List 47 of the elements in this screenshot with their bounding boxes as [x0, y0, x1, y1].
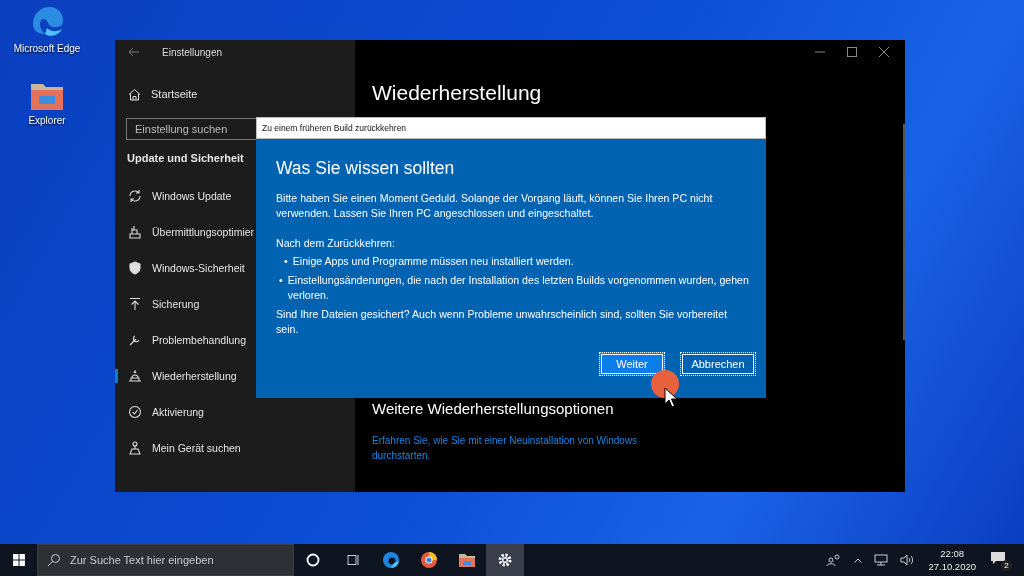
- bullet-marker: •: [279, 273, 283, 288]
- help-link[interactable]: Erfahren Sie, wie Sie mit einer Neuinstallation von Windows durchstarten.: [372, 433, 662, 463]
- close-icon[interactable]: [879, 47, 889, 57]
- notification-icon[interactable]: [990, 551, 1006, 565]
- dialog-heading: Was Sie wissen sollten: [276, 157, 456, 179]
- cursor-icon: [664, 387, 678, 409]
- cortana-icon[interactable]: [306, 553, 320, 567]
- section-heading: Update und Sicherheit: [127, 152, 244, 164]
- gear-icon: [496, 551, 514, 569]
- list-intro: Nach dem Zurückkehren:: [276, 236, 396, 251]
- taskbar-search-field[interactable]: Zur Suche Text hier eingeben: [37, 544, 294, 576]
- info-paragraph: Bitte haben Sie einen Moment Geduld. Solange der Vorgang läuft, können Sie Ihren PC nicht verwenden. Lassen Sie Ihren PC angeschlossen und eingeschaltet.: [276, 191, 714, 221]
- desktop-icon-label[interactable]: Explorer: [28, 115, 66, 126]
- bullet-marker: •: [284, 254, 288, 269]
- bullet-text: Einige Apps und Programme müssen neu installiert werden.: [292, 254, 574, 269]
- clock[interactable]: 22:08 27.10.2020: [928, 547, 976, 573]
- caret-icon[interactable]: [854, 557, 863, 563]
- window-title: Einstellungen: [162, 46, 223, 58]
- maximize-icon[interactable]: [847, 47, 857, 57]
- nav-item[interactable]: Wiederherstellung: [115, 358, 355, 394]
- bullet-text: Einstellungsänderungen, die nach der Installation des letzten Builds vorgenommen wurden, gehen verloren.: [287, 273, 749, 303]
- home-icon: [128, 87, 141, 101]
- scrollbar[interactable]: [903, 124, 905, 340]
- desktop-icon-label[interactable]: Microsoft Edge: [13, 43, 81, 54]
- page-title: Wiederherstellung: [372, 81, 543, 105]
- next-button[interactable]: Weiter: [599, 352, 665, 376]
- cancel-button[interactable]: Abbrechen: [680, 352, 756, 376]
- taskbar-app-button[interactable]: [486, 544, 524, 576]
- nav-item[interactable]: Aktivierung: [115, 394, 355, 430]
- volume-icon[interactable]: [900, 554, 915, 566]
- info-paragraph: Sind Ihre Dateien gesichert? Auch wenn Probleme unwahrscheinlich sind, sollten Sie vorbereitet sein.: [276, 307, 729, 337]
- task-view-icon[interactable]: [346, 553, 360, 567]
- people-icon[interactable]: [826, 554, 843, 566]
- notification-count: 2: [1001, 560, 1012, 571]
- windows-logo-icon[interactable]: [13, 554, 25, 566]
- section-heading: Weitere Wiederherstellungsoptionen: [372, 400, 615, 417]
- click-highlight: [650, 369, 680, 399]
- network-icon[interactable]: [874, 554, 889, 566]
- dialog-title: Zu einem früheren Build zurückkehren: [256, 117, 766, 139]
- clock-time: 22:08: [940, 547, 965, 560]
- edge-icon: [382, 551, 400, 569]
- clock-date: 27.10.2020: [928, 560, 976, 573]
- home-link[interactable]: Startseite: [115, 76, 355, 112]
- browser-icon: [420, 551, 438, 569]
- nav-item[interactable]: Mein Gerät suchen: [115, 430, 355, 466]
- back-icon[interactable]: [128, 47, 140, 57]
- folder-icon: [458, 551, 476, 569]
